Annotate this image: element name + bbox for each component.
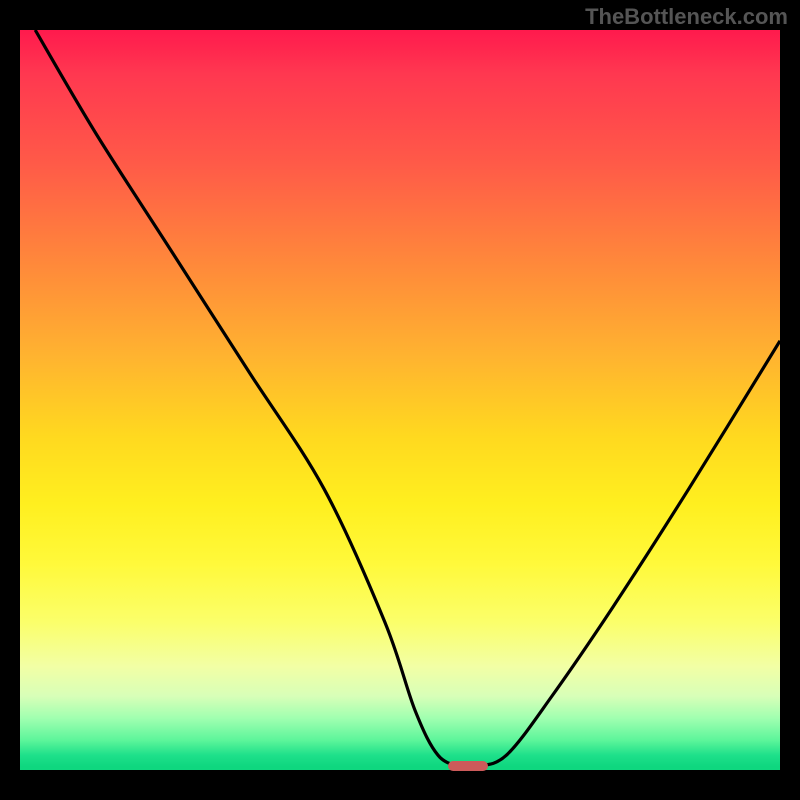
bottleneck-curve-path [35,30,780,768]
watermark-text: TheBottleneck.com [585,4,788,30]
optimum-marker [448,761,488,771]
plot-area [20,30,780,770]
curve-svg [20,30,780,770]
